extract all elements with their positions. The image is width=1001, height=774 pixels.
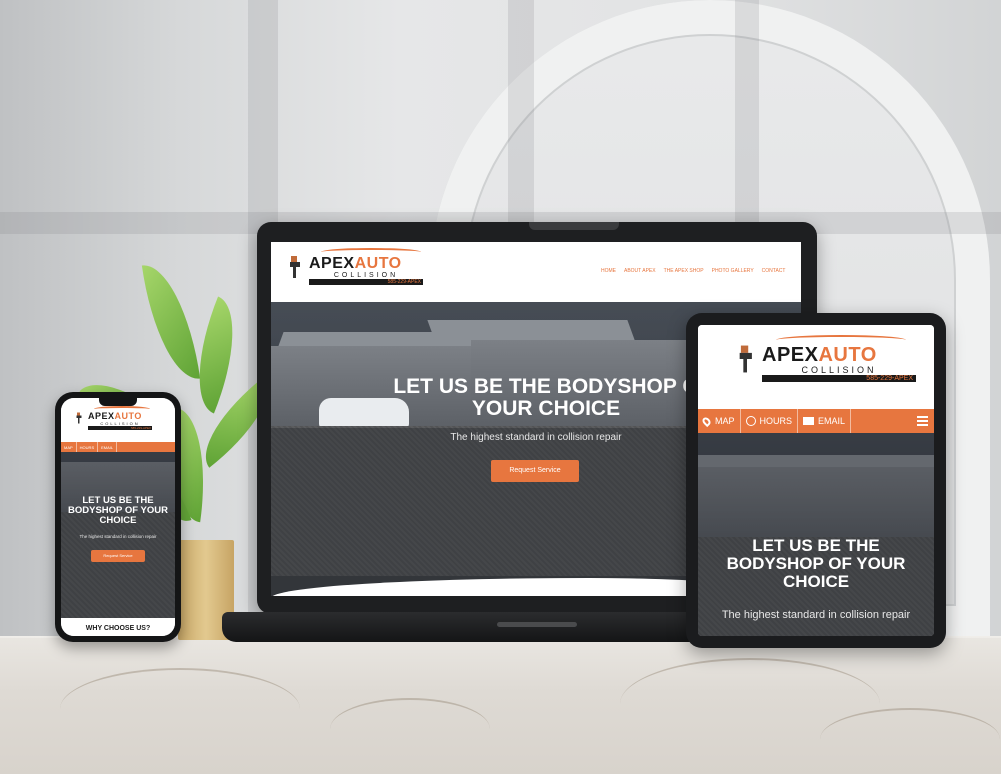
nav-item-about[interactable]: ABOUT APEX — [624, 268, 656, 274]
nav-item-gallery[interactable]: PHOTO GALLERY — [712, 268, 754, 274]
envelope-icon — [803, 417, 815, 425]
map-label: MAP — [64, 444, 73, 450]
logo-accent-text: AUTO — [818, 344, 877, 366]
why-choose-us-heading: WHY CHOOSE US? — [85, 625, 151, 632]
spray-gun-icon — [739, 345, 752, 372]
phone-device: APEXAUTO COLLISION 585-229-APEX MAP HOUR… — [55, 392, 181, 642]
phone-quick-bar: MAP HOURS EMAIL — [61, 442, 175, 452]
map-pin-icon — [700, 415, 713, 427]
hours-label: HOURS — [759, 416, 793, 426]
phone-why-section: WHY CHOOSE US? — [61, 618, 175, 636]
logo-sub-text: COLLISION — [333, 272, 399, 279]
marble-counter — [0, 638, 1001, 774]
logo-sub-text: COLLISION — [801, 365, 877, 375]
tablet-hero-title: LET US BE THE BODYSHOP OF YOUR CHOICE — [726, 536, 906, 591]
email-button[interactable]: EMAIL — [798, 409, 852, 433]
tablet-hero-subtitle: The highest standard in collision repair — [721, 609, 911, 621]
tablet-logo[interactable]: APEXAUTO COLLISION 585-229-APEX — [736, 335, 916, 382]
logo-primary-text: APEX — [762, 344, 819, 366]
hamburger-menu-icon[interactable] — [917, 414, 928, 428]
laptop-trackpad-lip — [497, 622, 577, 627]
phone-map-button[interactable]: MAP — [61, 442, 77, 452]
email-label: EMAIL — [101, 444, 114, 450]
logo-accent-text: AUTO — [354, 255, 402, 272]
tablet-quick-bar: MAP HOURS EMAIL — [698, 409, 934, 433]
logo-accent-text: AUTO — [114, 411, 142, 421]
tablet-header: APEXAUTO COLLISION 585-229-APEX — [698, 325, 934, 409]
site-header: APEXAUTO COLLISION 585-229-APEX HOME ABO… — [271, 242, 801, 302]
request-service-button[interactable]: Request Service — [491, 460, 579, 482]
phone-hero-subtitle: The highest standard in collision repair — [79, 534, 157, 539]
spray-gun-icon — [76, 412, 82, 424]
phone-request-service-button[interactable]: Request Service — [91, 550, 145, 562]
hours-button[interactable]: HOURS — [741, 409, 799, 433]
logo-phone-text: 585-229-APEX — [309, 279, 423, 285]
logo-phone-text: 585-229-APEX — [88, 426, 152, 430]
phone-hero-title: LET US BE THE BODYSHOP OF YOUR CHOICE — [68, 495, 168, 526]
logo-primary-text: APEX — [309, 255, 355, 272]
site-logo[interactable]: APEXAUTO COLLISION 585-229-APEX — [287, 248, 423, 285]
nav-item-shop[interactable]: THE APEX SHOP — [664, 268, 704, 274]
email-label: EMAIL — [818, 416, 846, 426]
map-label: MAP — [715, 416, 735, 426]
logo-primary-text: APEX — [88, 411, 115, 421]
spray-gun-icon — [290, 255, 300, 278]
hours-label: HOURS — [79, 444, 95, 450]
tablet-device: APEXAUTO COLLISION 585-229-APEX MAP HOUR… — [686, 313, 946, 648]
phone-hours-button[interactable]: HOURS — [77, 442, 99, 452]
phone-notch — [99, 398, 137, 406]
main-nav: HOME ABOUT APEX THE APEX SHOP PHOTO GALL… — [601, 268, 785, 274]
tablet-screen: APEXAUTO COLLISION 585-229-APEX MAP HOUR… — [698, 325, 934, 636]
logo-phone-text: 585-229-APEX — [762, 375, 916, 382]
map-button[interactable]: MAP — [698, 409, 741, 433]
laptop-camera-notch — [529, 222, 619, 230]
phone-hero-section: LET US BE THE BODYSHOP OF YOUR CHOICE Th… — [61, 452, 175, 618]
nav-item-home[interactable]: HOME — [601, 268, 616, 274]
phone-screen: APEXAUTO COLLISION 585-229-APEX MAP HOUR… — [61, 398, 175, 636]
phone-email-button[interactable]: EMAIL — [98, 442, 118, 452]
clock-icon — [745, 416, 756, 426]
nav-item-contact[interactable]: CONTACT — [762, 268, 786, 274]
tablet-hero-section: LET US BE THE BODYSHOP OF YOUR CHOICE Th… — [698, 433, 934, 636]
phone-logo[interactable]: APEXAUTO COLLISION 585-229-APEX — [75, 406, 152, 430]
